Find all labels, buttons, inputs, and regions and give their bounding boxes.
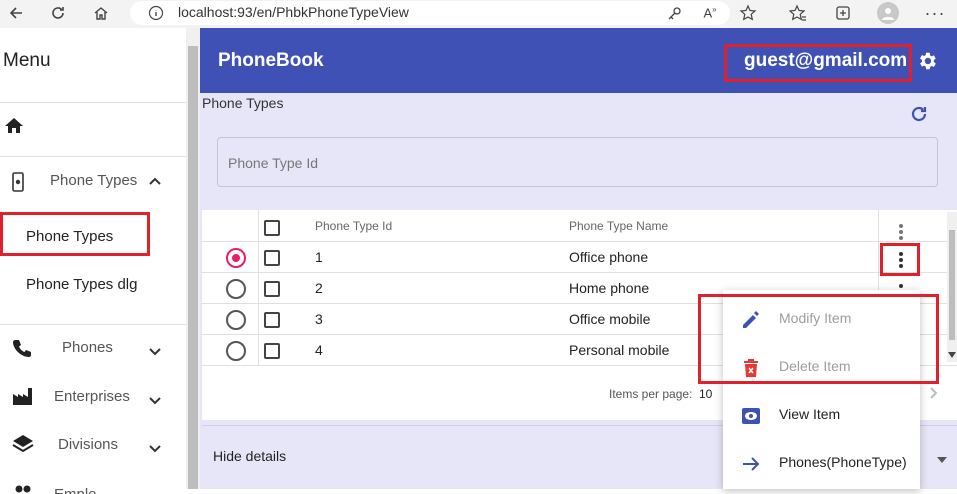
row-more-icon[interactable] (899, 252, 903, 268)
sidebar-section-employees[interactable]: Emplo... (0, 474, 186, 494)
header-more-icon[interactable] (899, 224, 903, 240)
sidebar-section-label: Phones (62, 339, 113, 356)
chevron-down-icon (148, 441, 162, 459)
cell-name: Office mobile (569, 311, 651, 327)
menu-item-phones[interactable]: Phones(PhoneType) (723, 439, 920, 487)
radio-dot (232, 254, 240, 262)
people-icon (12, 484, 34, 494)
phone-type-id-filter[interactable]: Phone Type Id (217, 137, 938, 187)
chevron-up-icon (148, 173, 162, 191)
sidebar-item-phone-types-dlg[interactable]: Phone Types dlg (26, 276, 137, 293)
back-icon[interactable] (6, 3, 26, 23)
column-header-id[interactable]: Phone Type Id (315, 219, 392, 233)
menu-item-label: View Item (779, 406, 841, 422)
row-checkbox[interactable] (264, 281, 280, 297)
sidebar-section-enterprises[interactable]: Enterprises (0, 374, 186, 420)
row-checkbox[interactable] (264, 343, 280, 359)
refresh-icon[interactable] (909, 104, 929, 129)
sidebar-section-label: Divisions (58, 436, 119, 453)
cell-id: 2 (315, 280, 323, 296)
home-icon[interactable] (91, 3, 111, 23)
sidebar-section-label: Enterprises (54, 388, 130, 405)
select-all-checkbox[interactable] (264, 220, 280, 236)
highlight-box (698, 294, 939, 384)
divider (202, 272, 957, 273)
address-bar[interactable]: localhost:93/en/PhbkPhoneTypeView A» (130, 1, 730, 25)
cell-name: Personal mobile (569, 342, 670, 358)
cell-name: Home phone (569, 280, 650, 296)
items-per-page-select[interactable]: 10 (699, 387, 712, 401)
factory-icon (12, 386, 34, 411)
sidebar-group-label: Phone Types (50, 172, 138, 189)
gear-icon[interactable] (916, 50, 938, 77)
scroll-down-arrow-icon[interactable] (948, 352, 956, 358)
sidebar-title: Menu (3, 50, 51, 71)
layers-icon (12, 434, 34, 459)
row-checkbox[interactable] (264, 312, 280, 328)
collections-icon[interactable] (833, 3, 853, 23)
divider (0, 324, 186, 325)
sidebar: Menu Phone Types Phone Types Phone Types… (0, 28, 186, 494)
divider (0, 102, 186, 103)
table-scrollbar[interactable] (947, 212, 957, 362)
cell-id: 1 (315, 249, 323, 265)
caret-down-icon (937, 450, 947, 468)
column-header-name[interactable]: Phone Type Name (569, 219, 668, 233)
cell-id: 3 (315, 311, 323, 327)
browser-toolbar: localhost:93/en/PhbkPhoneTypeView A» ··· (0, 0, 957, 29)
sidebar-scrollbar-thumb[interactable] (188, 46, 198, 489)
table-scrollbar-thumb[interactable] (949, 230, 955, 340)
row-select-radio[interactable] (226, 279, 246, 299)
menu-item-view[interactable]: View Item (723, 391, 920, 439)
row-select-radio[interactable] (226, 341, 246, 361)
read-aloud-icon[interactable]: A» (700, 3, 720, 23)
home-nav-icon[interactable] (4, 116, 24, 139)
row-select-radio[interactable] (226, 310, 246, 330)
phone-icon (12, 338, 32, 363)
favorite-add-icon[interactable] (738, 3, 758, 23)
sidebar-section-label: Emplo... (54, 486, 109, 494)
more-options-icon[interactable]: ··· (925, 3, 945, 23)
refresh-icon[interactable] (48, 3, 68, 23)
chevron-down-icon (148, 393, 162, 411)
chevron-down-icon (148, 344, 162, 362)
sidebar-section-phones[interactable]: Phones (0, 326, 186, 372)
cell-id: 4 (315, 342, 323, 358)
cell-name: Office phone (569, 249, 649, 265)
row-checkbox[interactable] (264, 250, 280, 266)
menu-item-label: Phones(PhoneType) (779, 454, 907, 470)
section-title: Phone Types (202, 95, 284, 111)
app-header: PhoneBook guest@gmail.com (200, 28, 957, 93)
key-icon[interactable] (665, 3, 685, 23)
info-icon[interactable] (146, 3, 166, 23)
row-select-radio[interactable] (226, 248, 246, 268)
next-page-icon[interactable] (929, 386, 939, 405)
divider (258, 210, 259, 365)
url-text: localhost:93/en/PhbkPhoneTypeView (178, 4, 409, 20)
divider (202, 241, 957, 242)
filter-placeholder: Phone Type Id (228, 155, 319, 171)
eye-icon (741, 406, 761, 431)
sidebar-section-divisions[interactable]: Divisions (0, 422, 186, 468)
items-per-page-label: Items per page: (609, 387, 693, 401)
hide-details-label: Hide details (213, 448, 287, 464)
sidebar-item-phone-types[interactable]: Phone Types (26, 228, 113, 245)
user-email[interactable]: guest@gmail.com (744, 50, 907, 72)
profile-avatar-icon[interactable] (877, 2, 899, 24)
app-title: PhoneBook (218, 50, 324, 71)
phone-settings-icon (10, 172, 26, 197)
sidebar-group-phone-types[interactable]: Phone Types (0, 157, 186, 205)
arrow-right-icon (741, 454, 761, 479)
favorites-icon[interactable] (788, 3, 808, 23)
